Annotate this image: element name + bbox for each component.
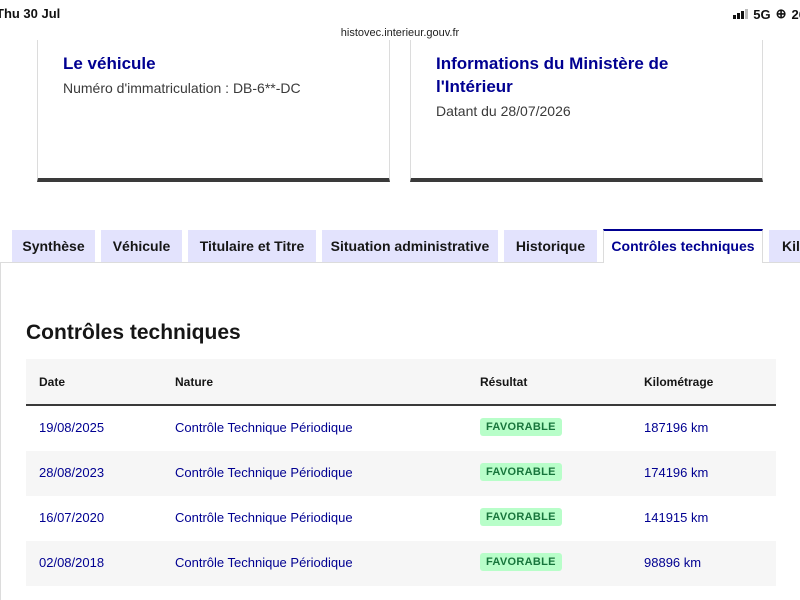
vehicle-card: Le véhicule Numéro d'immatriculation : D… <box>37 40 390 182</box>
row-mileage: 98896 km <box>644 555 702 570</box>
tab-controles-techniques[interactable]: Contrôles techniques <box>603 229 763 263</box>
row-mileage: 174196 km <box>644 465 709 480</box>
ministry-card: Informations du Ministère de l'Intérieur… <box>410 40 763 182</box>
tab-kilometrage[interactable]: Kilométrage <box>769 230 800 262</box>
tab-synthese[interactable]: Synthèse <box>12 230 95 262</box>
registration-number: Numéro d'immatriculation : DB-6**-DC <box>63 80 301 96</box>
battery-level: 26 <box>791 6 800 22</box>
row-nature: Contrôle Technique Périodique <box>175 555 353 570</box>
column-header-date: Date <box>39 375 66 389</box>
table-header: Date Nature Résultat Kilométrage <box>26 359 776 406</box>
tab-historique[interactable]: Historique <box>504 230 597 262</box>
controles-techniques-panel: Contrôles techniques Date Nature Résulta… <box>0 263 800 600</box>
vehicle-card-title: Le véhicule <box>63 54 156 73</box>
result-badge: FAVORABLE <box>480 553 562 571</box>
status-time: Thu 30 Jul <box>0 6 61 21</box>
table-row: 02/08/2018 Contrôle Technique Périodique… <box>26 541 776 586</box>
ministry-card-title: Informations du Ministère de l'Intérieur <box>436 54 669 96</box>
row-date: 19/08/2025 <box>39 420 105 435</box>
row-nature: Contrôle Technique Périodique <box>175 465 353 480</box>
row-date: 28/08/2023 <box>39 465 105 480</box>
row-nature: Contrôle Technique Périodique <box>175 420 353 435</box>
row-nature: Contrôle Technique Périodique <box>175 510 353 525</box>
row-mileage: 141915 km <box>644 510 709 525</box>
tab-titulaire-titre[interactable]: Titulaire et Titre <box>188 230 316 262</box>
data-date: Datant du 28/07/2026 <box>436 103 571 119</box>
network-label: 5G <box>753 6 771 22</box>
row-date: 16/07/2020 <box>39 510 105 525</box>
signal-icon <box>733 9 749 19</box>
section-title: Contrôles techniques <box>26 321 241 344</box>
tab-list: Synthèse Véhicule Titulaire et Titre Sit… <box>0 229 800 263</box>
row-date: 02/08/2018 <box>39 555 105 570</box>
tab-situation-administrative[interactable]: Situation administrative <box>322 230 498 262</box>
controls-table: Date Nature Résultat Kilométrage 19/08/2… <box>26 359 776 586</box>
column-header-mileage: Kilométrage <box>644 375 714 389</box>
table-row: 19/08/2025 Contrôle Technique Périodique… <box>26 406 776 451</box>
table-row: 28/08/2023 Contrôle Technique Périodique… <box>26 451 776 496</box>
result-badge: FAVORABLE <box>480 418 562 436</box>
result-badge: FAVORABLE <box>480 508 562 526</box>
result-badge: FAVORABLE <box>480 463 562 481</box>
table-row: 16/07/2020 Contrôle Technique Périodique… <box>26 496 776 541</box>
orientation-lock-icon: ⊕ <box>775 6 787 21</box>
column-header-result: Résultat <box>480 375 528 389</box>
row-mileage: 187196 km <box>644 420 709 435</box>
tab-vehicule[interactable]: Véhicule <box>101 230 182 262</box>
status-indicators: 5G ⊕ 26 <box>733 6 800 22</box>
column-header-nature: Nature <box>175 375 214 389</box>
